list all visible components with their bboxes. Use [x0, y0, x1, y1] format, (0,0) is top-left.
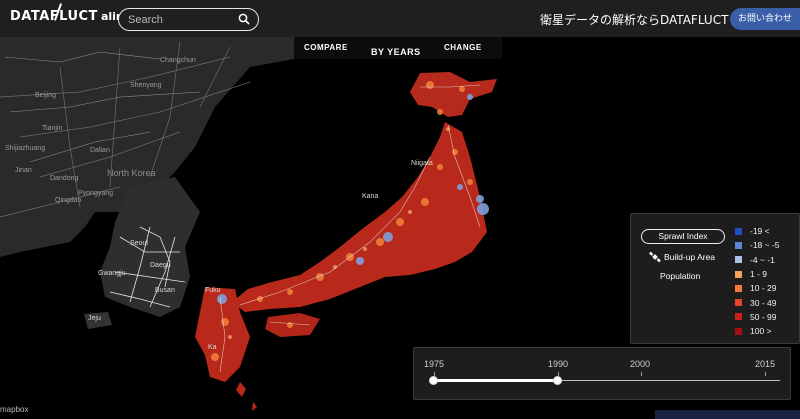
map-label-shenyang: Shenyang: [130, 82, 162, 89]
map-label-gwangju: Gwangju: [98, 270, 126, 277]
map-label-niigata: Niigata: [411, 160, 433, 167]
dataflucat-logo[interactable]: DATAFLUCT aline.: [10, 9, 135, 24]
legend-panel: Sprawl Index Build-up Area Population -1…: [630, 213, 800, 344]
map-label-changchun: Changchun: [160, 57, 196, 64]
legend-swatch: [735, 299, 742, 306]
slider-selected-range: [434, 379, 558, 382]
buildup-area-toggle[interactable]: Build-up Area: [649, 251, 715, 263]
year-label: 1990: [548, 359, 568, 369]
legend-item: -19 <: [735, 224, 780, 238]
map-label-north-korea: North Korea: [107, 168, 156, 178]
year-tick: [765, 372, 766, 376]
legend-item: 1 - 9: [735, 267, 780, 281]
year-label: 2000: [630, 359, 650, 369]
header-tagline: 衛星データの解析ならDATAFLUCT: [540, 11, 728, 28]
legend-item: 50 - 99: [735, 310, 780, 324]
search-input[interactable]: [128, 12, 238, 27]
map-label-dandong: Dandong: [50, 175, 78, 182]
legend-item-label: 30 - 49: [750, 298, 776, 308]
legend-swatch: [735, 256, 742, 263]
search-box[interactable]: [118, 8, 259, 31]
map-label-daegu: Daegu: [150, 262, 171, 269]
legend-item: -18 ~ -5: [735, 238, 780, 252]
legend-item-label: 1 - 9: [750, 269, 767, 279]
population-label[interactable]: Population: [660, 271, 700, 281]
legend-item-label: -19 <: [750, 226, 770, 236]
legend-list: -19 < -18 ~ -5 -4 ~ -1 1 - 9 10 - 29 30 …: [735, 224, 780, 338]
legend-swatch: [735, 313, 742, 320]
legend-item-label: 10 - 29: [750, 283, 776, 293]
year-range-slider[interactable]: 1975 1990 2000 2015: [413, 347, 791, 400]
legend-item: 100 >: [735, 324, 780, 338]
legend-swatch: [735, 328, 742, 335]
satellite-icon: [649, 251, 661, 263]
search-icon[interactable]: [238, 13, 250, 25]
map-label-kana: Kana: [362, 193, 378, 200]
year-label: 2015: [755, 359, 775, 369]
map-label-jeju: Jeju: [88, 315, 101, 322]
top-header: DATAFLUCT aline. 衛星データの解析ならDATAFLUCT お問い…: [0, 0, 800, 37]
map-label-beijing: Beijing: [35, 92, 56, 99]
legend-item-label: 100 >: [750, 326, 772, 336]
legend-item-label: 50 - 99: [750, 312, 776, 322]
year-label: 1975: [424, 359, 444, 369]
legend-swatch: [735, 228, 742, 235]
buildup-area-label: Build-up Area: [664, 252, 715, 262]
legend-item: 10 - 29: [735, 281, 780, 295]
map-attribution[interactable]: [655, 410, 800, 419]
legend-item-label: -4 ~ -1: [750, 255, 775, 265]
legend-item: 30 - 49: [735, 295, 780, 309]
legend-item-label: -18 ~ -5: [750, 240, 780, 250]
map-label-tianjin: Tianjin: [42, 125, 62, 132]
contact-button[interactable]: お問い合わせ: [730, 8, 800, 30]
legend-swatch: [735, 271, 742, 278]
year-tick: [641, 372, 642, 376]
map-label-busan: Busan: [155, 287, 175, 294]
view-mode-tabs: COMPARE BY YEARS CHANGE: [294, 37, 502, 59]
legend-swatch: [735, 285, 742, 292]
tab-change[interactable]: CHANGE: [444, 43, 482, 52]
map-label-ka: Ka: [208, 344, 217, 351]
mapbox-credit[interactable]: mapbox: [0, 405, 28, 414]
tab-by-years[interactable]: BY YEARS: [371, 47, 421, 57]
map-label-pyongyang: Pyongyang: [78, 190, 113, 197]
legend-swatch: [735, 242, 742, 249]
sprawl-index-button[interactable]: Sprawl Index: [641, 229, 725, 244]
slider-end-handle[interactable]: [553, 376, 562, 385]
map-label-seoul: Seoul: [130, 240, 148, 247]
tab-compare[interactable]: COMPARE: [304, 43, 348, 52]
legend-item: -4 ~ -1: [735, 253, 780, 267]
map-label-fuku: Fuku: [205, 287, 221, 294]
slider-start-handle[interactable]: [429, 376, 438, 385]
map-label-jinan: Jinan: [15, 167, 32, 174]
map-label-shijiazhuang: Shijiazhuang: [5, 145, 45, 152]
map-label-dalian: Dalian: [90, 147, 110, 154]
map-label-qingdao: Qingdao: [55, 197, 81, 204]
